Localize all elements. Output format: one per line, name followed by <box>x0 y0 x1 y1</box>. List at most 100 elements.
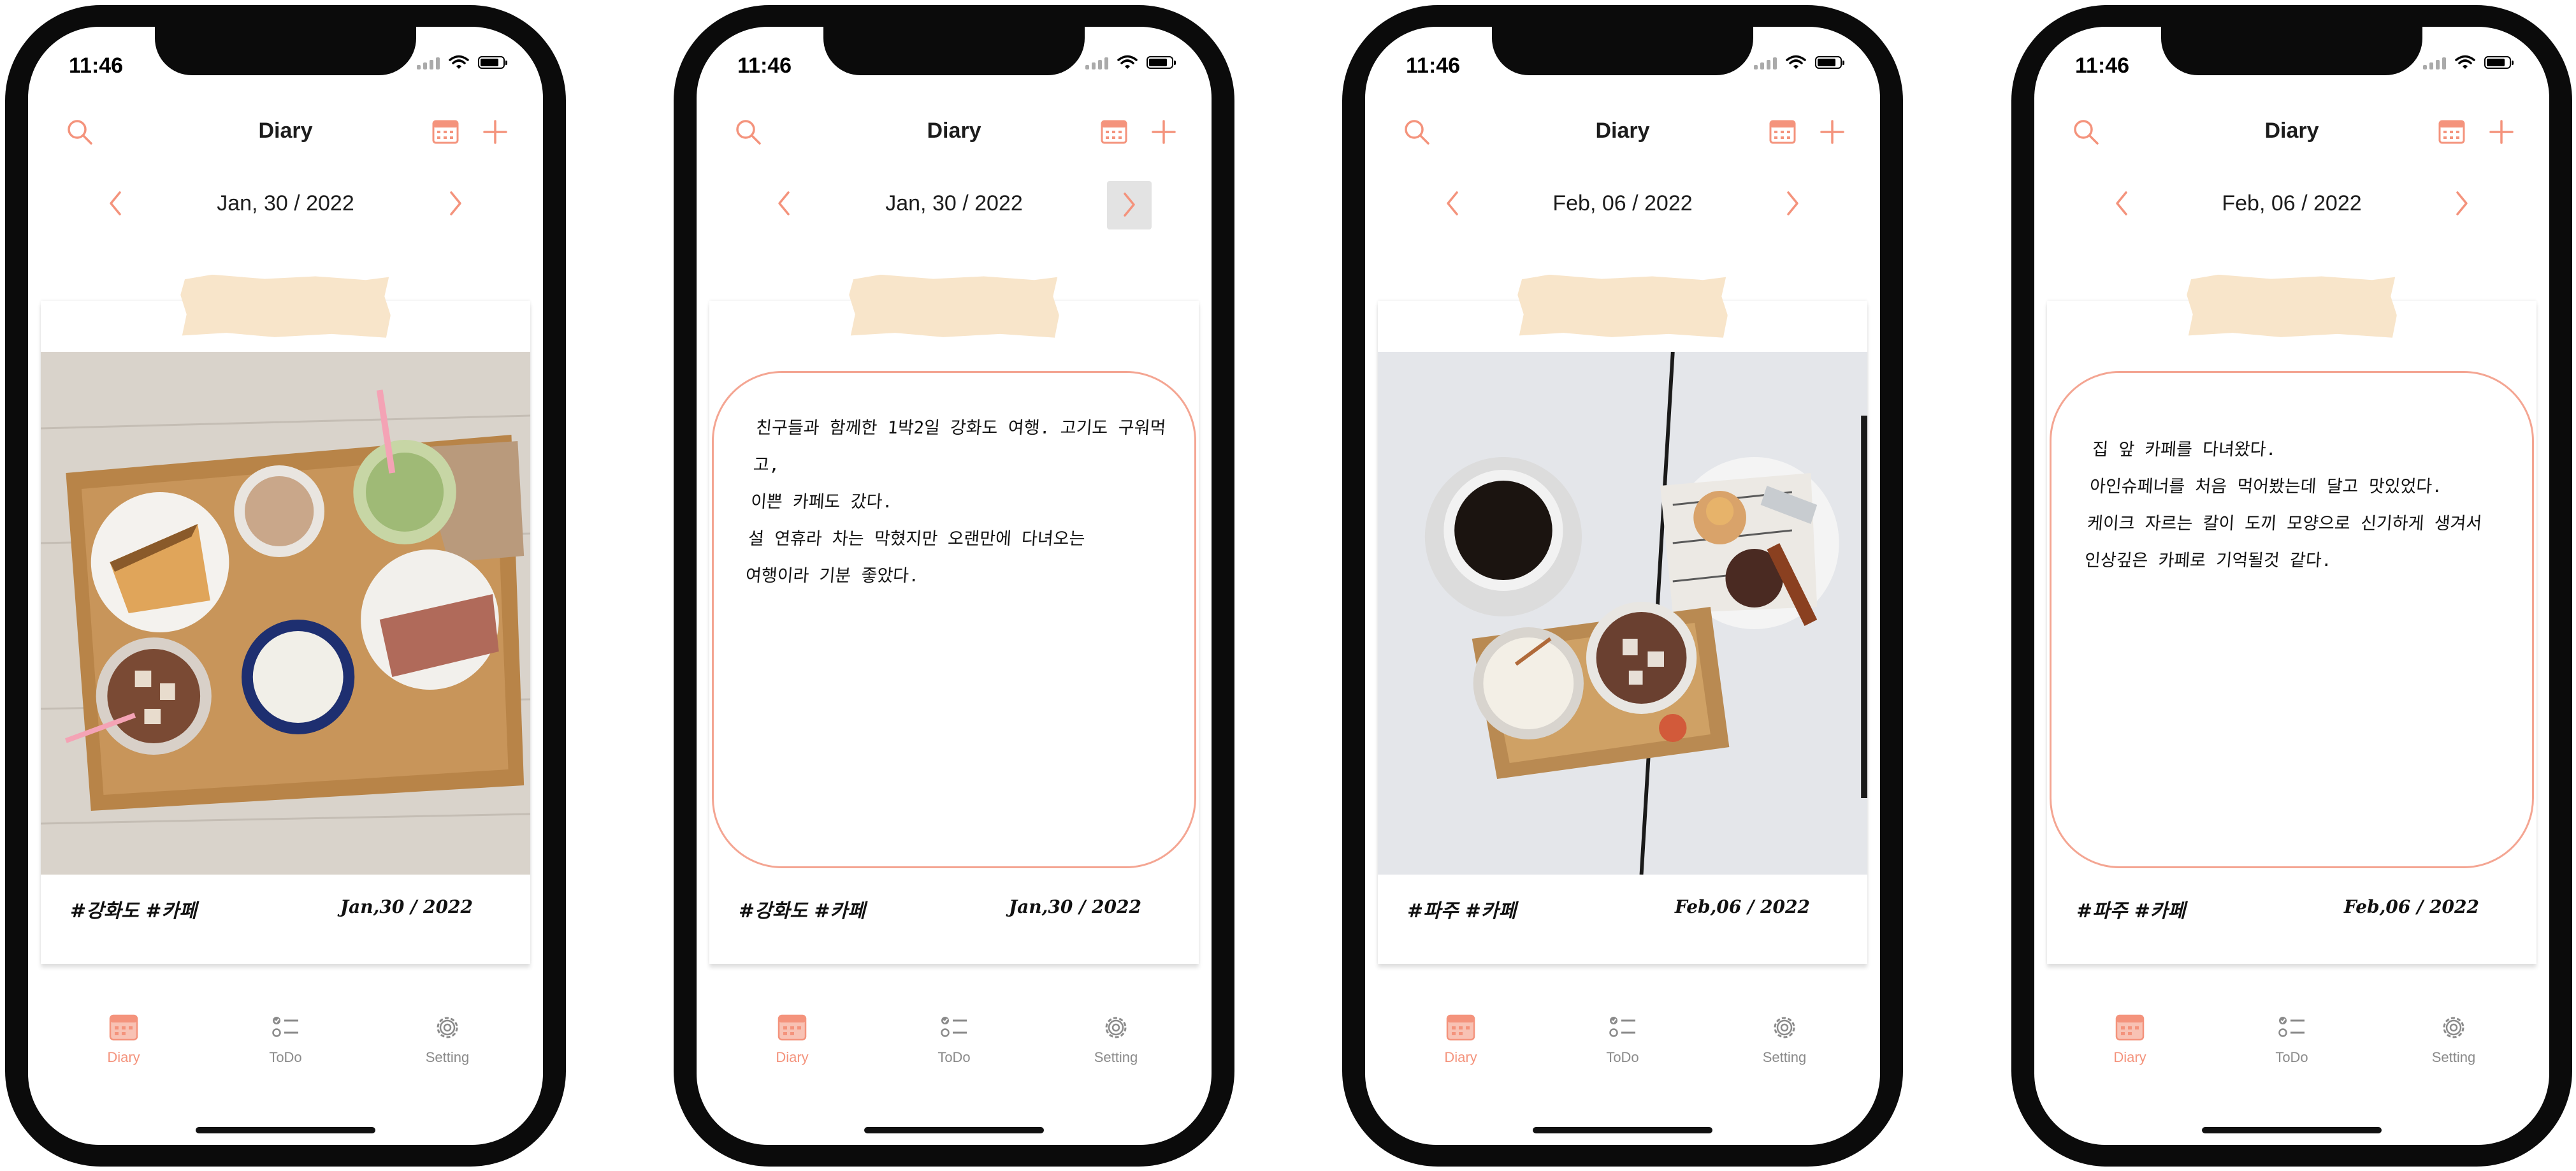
add-icon[interactable] <box>1148 116 1180 148</box>
tab-todo[interactable]: ToDo <box>2247 1011 2336 1066</box>
phone-screen-4: 11:46 Diary Feb, 06 / 2022 집 앞 카페를 다녀왔다.… <box>2011 5 2572 1167</box>
status-time: 11:46 <box>69 54 124 78</box>
calendar-tab-icon <box>1446 1014 1475 1041</box>
tab-label: Diary <box>776 1049 809 1065</box>
diary-text-box[interactable]: 친구들과 함께한 1박2일 강화도 여행. 고기도 구워먹고, 이쁜 카페도 갔… <box>712 371 1196 868</box>
card-footer: #강화도 #카페 Jan,30 / 2022 <box>41 889 530 927</box>
date-navigator: Feb, 06 / 2022 <box>2034 175 2549 232</box>
battery-icon <box>478 56 507 69</box>
app-screen: 11:46 Diary Jan, 30 / 2022 #강화도 #카페 Jan,… <box>28 27 543 1145</box>
add-icon[interactable] <box>2486 116 2517 148</box>
masking-tape <box>2186 274 2397 338</box>
battery-icon <box>1147 56 1176 69</box>
calendar-tab-icon <box>109 1014 138 1041</box>
device-notch <box>2161 27 2422 75</box>
calendar-icon[interactable] <box>1768 117 1797 147</box>
tab-setting[interactable]: Setting <box>403 1011 492 1066</box>
nav-title: Diary <box>927 119 981 143</box>
card-footer: #파주 #카페 Feb,06 / 2022 <box>2047 889 2536 927</box>
tab-bar: Diary ToDo Setting <box>2034 1011 2549 1100</box>
diary-text-box[interactable]: 집 앞 카페를 다녀왔다. 아인슈페너를 처음 먹어봤는데 달고 맛있었다. 케… <box>2050 371 2534 868</box>
home-indicator[interactable] <box>1533 1127 1712 1133</box>
gear-icon <box>2443 1017 2464 1038</box>
diary-card[interactable]: #강화도 #카페 Jan,30 / 2022 <box>41 301 530 964</box>
tab-todo[interactable]: ToDo <box>241 1011 330 1066</box>
diary-photo <box>1378 352 1867 875</box>
date-navigator: Feb, 06 / 2022 <box>1365 175 1880 232</box>
tab-setting[interactable]: Setting <box>2409 1011 2498 1066</box>
tab-label: Setting <box>1762 1049 1807 1065</box>
app-screen: 11:46 Diary Jan, 30 / 2022 친구들과 함께한 1박2일… <box>697 27 1212 1145</box>
chevron-right-icon[interactable] <box>1777 186 1809 221</box>
checklist-icon <box>272 1017 298 1037</box>
add-icon[interactable] <box>1816 116 1848 148</box>
tab-label: Setting <box>425 1049 470 1065</box>
add-icon[interactable] <box>479 116 511 148</box>
cellular-signal-icon <box>1754 55 1777 69</box>
home-indicator[interactable] <box>864 1127 1044 1133</box>
tab-todo[interactable]: ToDo <box>909 1011 999 1066</box>
status-icons <box>2423 55 2514 70</box>
tab-label: ToDo <box>937 1049 971 1065</box>
nav-bar: Diary <box>1365 103 1880 161</box>
diary-card[interactable]: #파주 #카페 Feb,06 / 2022 <box>1378 301 1867 964</box>
battery-icon <box>1815 56 1844 69</box>
wifi-icon <box>449 55 469 69</box>
chevron-right-icon[interactable] <box>2446 186 2478 221</box>
tab-setting[interactable]: Setting <box>1071 1011 1161 1066</box>
gear-icon <box>1105 1017 1127 1038</box>
date-navigator: Jan, 30 / 2022 <box>697 175 1212 232</box>
tab-diary[interactable]: Diary <box>79 1011 168 1066</box>
nav-title: Diary <box>258 119 313 143</box>
device-notch <box>155 27 416 75</box>
diary-footer-date: Jan,30 / 2022 <box>340 896 473 917</box>
tab-bar: Diary ToDo Setting <box>1365 1011 1880 1100</box>
tab-diary[interactable]: Diary <box>1416 1011 1505 1066</box>
tab-diary[interactable]: Diary <box>748 1011 837 1066</box>
tab-label: Diary <box>1444 1049 1477 1065</box>
calendar-icon[interactable] <box>2437 117 2466 147</box>
cellular-signal-icon <box>1085 55 1108 69</box>
tab-bar: Diary ToDo Setting <box>28 1011 543 1100</box>
masking-tape <box>848 274 1059 338</box>
diary-text: 집 앞 카페를 다녀왔다. 아인슈페너를 처음 먹어봤는데 달고 맛있었다. 케… <box>2083 440 2483 571</box>
tab-label: Diary <box>2113 1049 2146 1065</box>
diary-text-area: 집 앞 카페를 다녀왔다. 아인슈페너를 처음 먹어봤는데 달고 맛있었다. 케… <box>2047 365 2536 875</box>
tab-todo[interactable]: ToDo <box>1578 1011 1667 1066</box>
tab-label: ToDo <box>1606 1049 1639 1065</box>
calendar-icon[interactable] <box>1099 117 1129 147</box>
chevron-right-icon <box>1124 193 1135 217</box>
diary-card[interactable]: 친구들과 함께한 1박2일 강화도 여행. 고기도 구워먹고, 이쁜 카페도 갔… <box>709 301 1199 964</box>
tab-label: Diary <box>107 1049 140 1065</box>
calendar-tab-icon <box>778 1014 807 1041</box>
app-screen: 11:46 Diary Feb, 06 / 2022 집 앞 카페를 다녀왔다.… <box>2034 27 2549 1145</box>
tab-bar: Diary ToDo Setting <box>697 1011 1212 1100</box>
status-icons <box>1754 55 1844 70</box>
chevron-right-icon[interactable] <box>440 186 472 221</box>
app-screen: 11:46 Diary Feb, 06 / 2022 #파주 #카페 Feb,0… <box>1365 27 1880 1145</box>
device-notch <box>1492 27 1753 75</box>
gear-icon <box>437 1017 458 1038</box>
tab-setting[interactable]: Setting <box>1740 1011 1829 1066</box>
calendar-icon[interactable] <box>431 117 460 147</box>
diary-tags: #파주 #카페 <box>1407 900 1517 922</box>
tab-label: Setting <box>2431 1049 2476 1065</box>
tab-label: ToDo <box>269 1049 302 1065</box>
wifi-icon <box>2455 55 2475 69</box>
diary-text-area: 친구들과 함께한 1박2일 강화도 여행. 고기도 구워먹고, 이쁜 카페도 갔… <box>709 365 1199 875</box>
diary-footer-date: Feb,06 / 2022 <box>1674 896 1810 917</box>
diary-tags: #파주 #카페 <box>2076 900 2186 922</box>
diary-tags: #강화도 #카페 <box>70 900 197 922</box>
home-indicator[interactable] <box>2202 1127 2382 1133</box>
tab-label: ToDo <box>2275 1049 2308 1065</box>
diary-card[interactable]: 집 앞 카페를 다녀왔다. 아인슈페너를 처음 먹어봤는데 달고 맛있었다. 케… <box>2047 301 2536 964</box>
home-indicator[interactable] <box>196 1127 375 1133</box>
tab-diary[interactable]: Diary <box>2085 1011 2174 1066</box>
status-time: 11:46 <box>2075 54 2130 78</box>
device-notch <box>823 27 1085 75</box>
checklist-icon <box>2278 1017 2305 1037</box>
checklist-icon <box>1609 1017 1635 1037</box>
phone-screen-3: 11:46 Diary Feb, 06 / 2022 #파주 #카페 Feb,0… <box>1342 5 1903 1167</box>
next-date-button[interactable] <box>1107 181 1152 229</box>
phone-screen-1: 11:46 Diary Jan, 30 / 2022 #강화도 #카페 Jan,… <box>5 5 566 1167</box>
